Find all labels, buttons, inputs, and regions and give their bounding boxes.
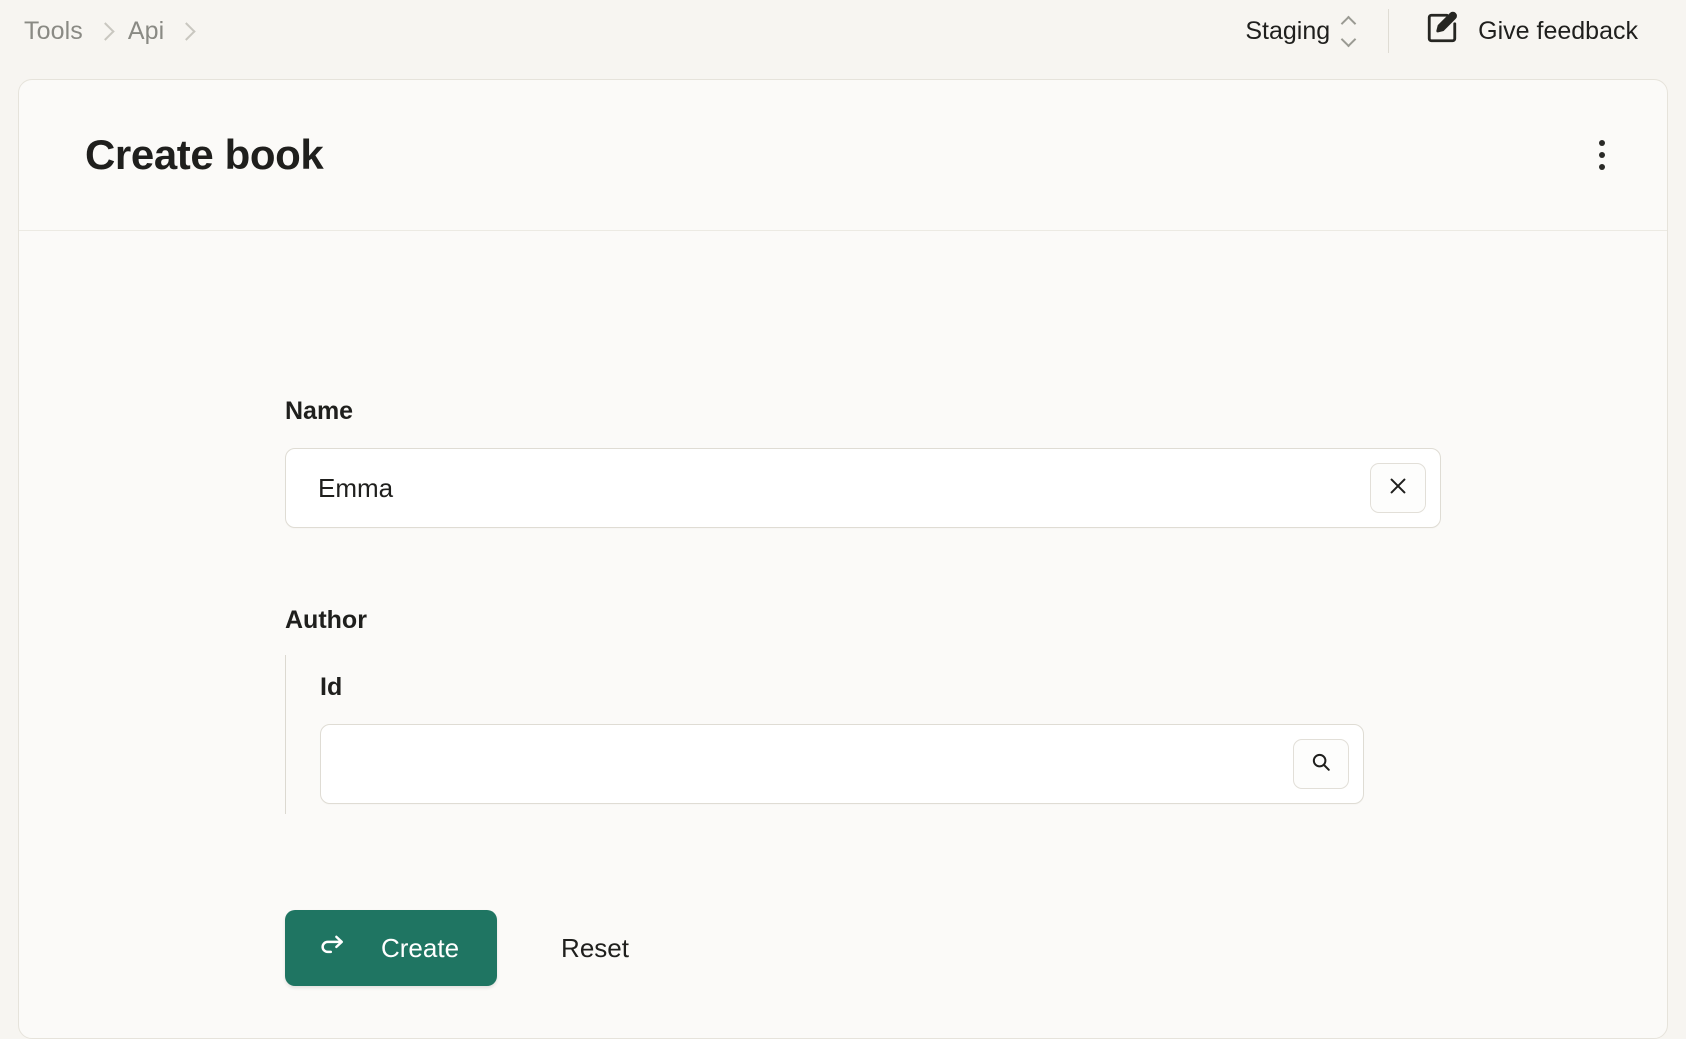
name-label: Name <box>285 397 354 425</box>
environment-value: Staging <box>1245 16 1331 45</box>
close-icon <box>1387 475 1409 502</box>
top-bar-divider <box>1388 9 1390 53</box>
edit-square-icon <box>1425 11 1459 52</box>
create-button[interactable]: Create <box>285 910 498 986</box>
breadcrumb: Tools Api <box>24 17 197 46</box>
chevron-right-icon <box>177 21 197 41</box>
author-nested-group: Id <box>285 655 1667 814</box>
chevron-right-icon <box>96 21 115 41</box>
name-field-group: Name <box>285 397 1667 528</box>
kebab-menu-icon[interactable] <box>1589 128 1615 182</box>
author-label: Author <box>285 606 367 634</box>
redo-arrow-icon <box>317 930 347 967</box>
search-author-button[interactable] <box>1293 739 1349 789</box>
give-feedback-button[interactable]: Give feedback <box>1425 11 1646 52</box>
name-input-wrapper <box>285 448 1441 528</box>
give-feedback-label: Give feedback <box>1478 16 1638 45</box>
breadcrumb-item-api[interactable]: Api <box>128 17 164 46</box>
card-header: Create book <box>19 80 1667 231</box>
create-button-label: Create <box>381 932 460 963</box>
environment-select[interactable]: Staging <box>1245 15 1388 47</box>
form-actions: Create Reset <box>285 910 1667 986</box>
breadcrumb-item-tools[interactable]: Tools <box>24 17 83 46</box>
name-input[interactable] <box>318 472 1440 504</box>
create-book-card: Create book Name Author <box>18 79 1668 1039</box>
author-field-group: Author Id <box>285 606 1667 814</box>
create-book-form: Name Author Id <box>19 231 1667 986</box>
top-bar: Tools Api Staging Give feedback <box>0 0 1686 62</box>
author-id-label: Id <box>320 673 343 701</box>
top-bar-right: Staging Give feedback <box>1245 9 1646 53</box>
author-id-input-wrapper <box>320 724 1364 804</box>
chevron-updown-icon <box>1340 15 1357 47</box>
clear-name-button[interactable] <box>1370 463 1426 513</box>
page-title: Create book <box>85 131 324 178</box>
search-icon <box>1310 751 1332 778</box>
author-id-input[interactable] <box>353 748 1363 780</box>
reset-button[interactable]: Reset <box>543 919 647 978</box>
